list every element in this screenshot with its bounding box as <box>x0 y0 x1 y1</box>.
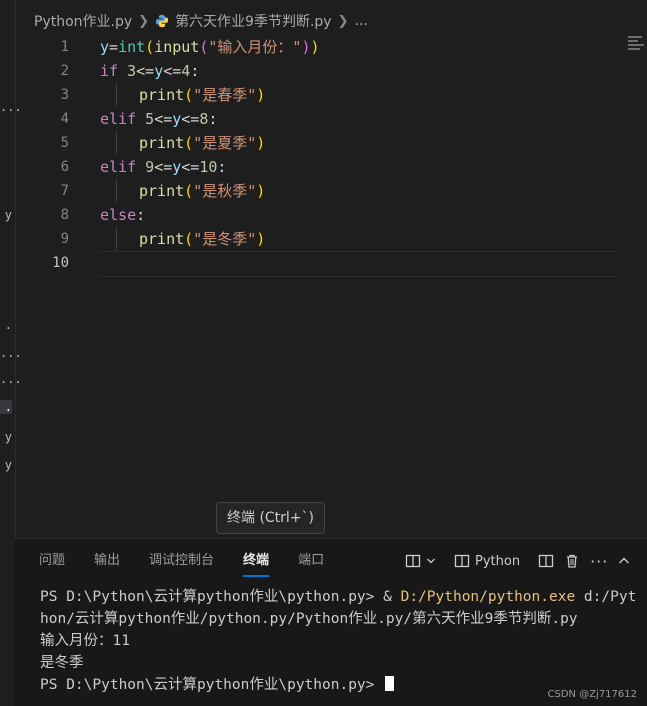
tab-ports[interactable]: 端口 <box>298 539 324 583</box>
terminal-output-line: 是冬季 <box>40 655 84 671</box>
code-line[interactable]: 2 if 3<=y<=4: <box>15 59 647 83</box>
sidebar-fragment[interactable]: ... <box>0 100 22 114</box>
tab-problems[interactable]: 问题 <box>39 539 65 583</box>
watermark: CSDN @Zj717612 <box>547 689 638 700</box>
code-line[interactable]: 5 print("是夏季") <box>15 131 647 155</box>
code-line[interactable]: 3 print("是春季") <box>15 83 647 107</box>
terminal-output-line: 输入月份：11 <box>40 633 130 649</box>
tab-output[interactable]: 输出 <box>94 539 120 583</box>
code-line[interactable]: 9 print("是冬季") <box>15 227 647 251</box>
split-editor-button[interactable] <box>538 553 554 569</box>
terminal-tooltip: 终端 (Ctrl+`) <box>216 502 326 534</box>
code-text: y=int(input("输入月份：")) <box>100 38 320 56</box>
chevron-down-icon <box>427 558 435 564</box>
python-exe-path: D:/Python/python.exe <box>400 589 576 605</box>
terminal-profile[interactable]: Python <box>454 553 520 569</box>
line-number: 3 <box>60 87 69 103</box>
more-actions-icon[interactable]: ··· <box>590 552 608 571</box>
kill-terminal-button[interactable] <box>564 553 580 569</box>
split-terminal-button[interactable] <box>405 553 436 569</box>
tab-debug-console[interactable]: 调试控制台 <box>149 539 214 583</box>
line-number: 7 <box>60 183 69 199</box>
maximize-panel-button[interactable] <box>618 555 630 567</box>
code-line-current[interactable]: 10 <box>15 251 647 275</box>
split-icon <box>538 554 554 568</box>
code-text: print("是冬季") <box>139 230 266 248</box>
terminal-cursor <box>385 676 395 691</box>
line-number: 5 <box>60 135 69 151</box>
split-icon <box>405 554 421 568</box>
line-number: 9 <box>60 231 69 247</box>
chevron-up-icon <box>619 557 630 564</box>
terminal-profile-label: Python <box>475 553 521 569</box>
line-number: 8 <box>60 207 69 223</box>
panel-tabs: 问题 输出 调试控制台 终端 端口 <box>39 539 324 583</box>
sidebar-fragment[interactable]: y <box>0 430 12 444</box>
terminal-split-icon <box>454 554 470 568</box>
line-number: 6 <box>60 159 69 175</box>
code-text: print("是春季") <box>139 86 266 104</box>
sidebar-fragment[interactable]: y <box>0 208 12 222</box>
line-number: 1 <box>60 39 69 55</box>
terminal-output[interactable]: PS D:\Python\云计算python作业\python.py> & D:… <box>40 586 640 696</box>
code-editor[interactable]: 1 y=int(input("输入月份：")) 2 if 3<=y<=4: 3 … <box>15 35 647 535</box>
code-text: print("是秋季") <box>139 182 266 200</box>
breadcrumb-more[interactable]: ... <box>355 13 368 29</box>
code-text: print("是夏季") <box>139 134 266 152</box>
breadcrumb: Python作业.py ❯ 第六天作业9季节判断.py ❯ ... <box>34 10 368 32</box>
line-number: 4 <box>60 111 69 127</box>
python-file-icon <box>155 14 169 28</box>
code-line[interactable]: 4 elif 5<=y<=8: <box>15 107 647 131</box>
code-line[interactable]: 1 y=int(input("输入月份：")) <box>15 35 647 59</box>
code-line[interactable]: 7 print("是秋季") <box>15 179 647 203</box>
sidebar-fragment[interactable]: ... <box>0 346 22 360</box>
explorer-sidebar-edge[interactable]: ... y . ... ... . y y <box>0 0 22 705</box>
breadcrumb-file[interactable]: 第六天作业9季节判断.py <box>175 11 332 31</box>
breadcrumb-folder[interactable]: Python作业.py <box>34 11 132 31</box>
chevron-right-icon: ❯ <box>138 13 150 29</box>
terminal-prompt: PS D:\Python\云计算python作业\python.py> & <box>40 589 401 605</box>
trash-icon <box>567 554 578 568</box>
code-text: elif 9<=y<=10: <box>100 158 227 176</box>
code-text: elif 5<=y<=8: <box>100 110 218 128</box>
code-text: if 3<=y<=4: <box>100 62 200 80</box>
sidebar-fragment[interactable]: y <box>0 458 12 472</box>
code-line[interactable]: 6 elif 9<=y<=10: <box>15 155 647 179</box>
line-number: 2 <box>60 63 69 79</box>
sidebar-fragment-selected[interactable]: . <box>0 400 12 414</box>
sidebar-fragment[interactable]: . <box>0 318 12 332</box>
panel-actions: Python ··· <box>405 547 630 575</box>
terminal-prompt: PS D:\Python\云计算python作业\python.py> <box>40 677 384 693</box>
chevron-right-icon: ❯ <box>337 13 349 29</box>
code-line[interactable]: 8 else: <box>15 203 647 227</box>
bottom-panel: 问题 输出 调试控制台 终端 端口 Python ··· PS D:\Pytho… <box>15 538 647 706</box>
code-text: else: <box>100 206 146 224</box>
sidebar-fragment[interactable]: ... <box>0 372 22 386</box>
tab-terminal[interactable]: 终端 <box>243 539 270 583</box>
line-number: 10 <box>52 255 69 271</box>
